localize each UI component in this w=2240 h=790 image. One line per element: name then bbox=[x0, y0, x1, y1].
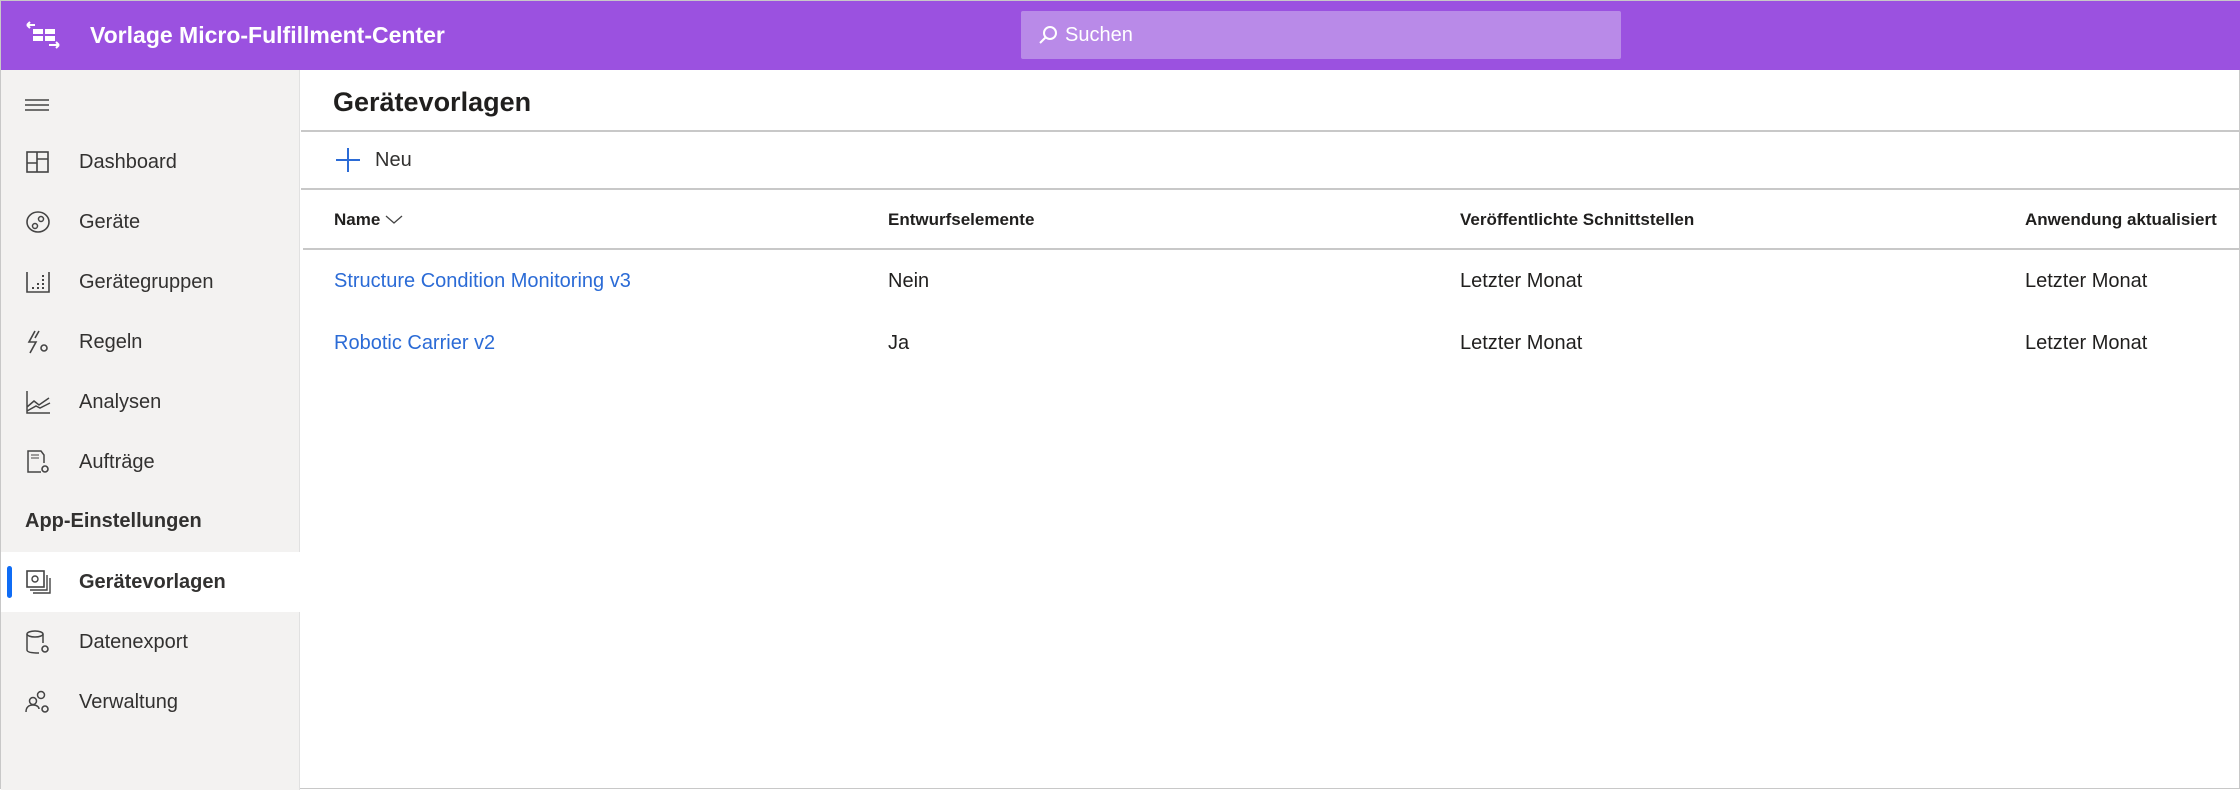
device-templates-icon bbox=[26, 570, 51, 594]
sidebar-item-administration[interactable]: Verwaltung bbox=[1, 672, 300, 732]
top-bar: Vorlage Micro-Fulfillment-Center Suchen bbox=[1, 1, 2240, 70]
sidebar-item-label: Datenexport bbox=[79, 630, 188, 653]
dashboard-icon bbox=[26, 151, 49, 173]
sidebar-item-analytics[interactable]: Analysen bbox=[1, 372, 300, 432]
sidebar-item-jobs[interactable]: Aufträge bbox=[1, 432, 300, 492]
sidebar-item-label: Regeln bbox=[79, 330, 143, 353]
search-icon bbox=[1039, 26, 1057, 44]
administration-icon bbox=[25, 690, 49, 713]
sidebar-item-label: Gerätegruppen bbox=[79, 270, 214, 293]
column-header-label: Name bbox=[334, 210, 381, 229]
chevron-down-icon bbox=[385, 215, 403, 224]
data-export-icon bbox=[26, 630, 49, 654]
table-row[interactable]: Robotic Carrier v2 Ja Letzter Monat Letz… bbox=[303, 314, 2239, 374]
app-title: Vorlage Micro-Fulfillment-Center bbox=[90, 22, 445, 48]
template-link[interactable]: Robotic Carrier v2 bbox=[334, 332, 495, 354]
device-groups-icon bbox=[26, 272, 50, 293]
column-header-name[interactable]: Name bbox=[334, 210, 403, 230]
sidebar-item-label: Aufträge bbox=[79, 450, 155, 473]
search-input[interactable]: Suchen bbox=[1021, 11, 1621, 59]
section-heading-app-settings: App-Einstellungen bbox=[25, 510, 202, 532]
cell-draft: Nein bbox=[888, 270, 930, 292]
sidebar-item-label: Geräte bbox=[79, 210, 141, 233]
new-button[interactable]: Neu bbox=[335, 147, 412, 173]
sidebar-item-label: Dashboard bbox=[79, 150, 177, 173]
plus-icon bbox=[336, 148, 360, 172]
cell-published: Letzter Monat bbox=[1460, 270, 1583, 292]
cell-draft: Ja bbox=[888, 332, 910, 354]
cell-updated: Letzter Monat bbox=[2025, 332, 2148, 354]
command-bar: Neu bbox=[301, 130, 2239, 190]
page-title: Gerätevorlagen bbox=[333, 87, 532, 117]
sidebar-item-device-templates[interactable]: Gerätevorlagen bbox=[1, 552, 300, 612]
hamburger-menu-icon[interactable] bbox=[25, 98, 49, 112]
table-row[interactable]: Structure Condition Monitoring v3 Nein L… bbox=[303, 252, 2239, 312]
sidebar-item-devices[interactable]: Geräte bbox=[1, 192, 300, 252]
devices-icon bbox=[26, 211, 50, 233]
sidebar-item-label: Analysen bbox=[79, 390, 162, 413]
sidebar-item-label: Verwaltung bbox=[79, 690, 178, 713]
jobs-icon bbox=[27, 450, 49, 473]
sidebar-item-label: Gerätevorlagen bbox=[79, 570, 226, 593]
sidebar-item-dashboard[interactable]: Dashboard bbox=[1, 132, 300, 192]
column-header-published[interactable]: Veröffentlichte Schnittstellen bbox=[1460, 210, 1694, 230]
main-content: Gerätevorlagen Neu Name Entwurfselemente… bbox=[301, 70, 2239, 788]
rules-icon bbox=[27, 330, 48, 354]
app-logo-icon bbox=[26, 21, 60, 49]
column-header-updated[interactable]: Anwendung aktualisiert bbox=[2025, 210, 2217, 230]
table-header: Name Entwurfselemente Veröffentlichte Sc… bbox=[303, 190, 2239, 250]
sidebar-item-rules[interactable]: Regeln bbox=[1, 312, 300, 372]
sidebar-item-device-groups[interactable]: Gerätegruppen bbox=[1, 252, 300, 312]
new-button-label: Neu bbox=[375, 148, 412, 171]
cell-updated: Letzter Monat bbox=[2025, 270, 2148, 292]
sidebar: Dashboard Geräte Gerätegruppen Regeln An… bbox=[1, 70, 300, 790]
cell-published: Letzter Monat bbox=[1460, 332, 1583, 354]
search-placeholder: Suchen bbox=[1065, 23, 1133, 46]
template-link[interactable]: Structure Condition Monitoring v3 bbox=[334, 270, 631, 292]
sidebar-item-data-export[interactable]: Datenexport bbox=[1, 612, 300, 672]
column-header-draft[interactable]: Entwurfselemente bbox=[888, 210, 1034, 230]
analytics-icon bbox=[26, 391, 51, 414]
